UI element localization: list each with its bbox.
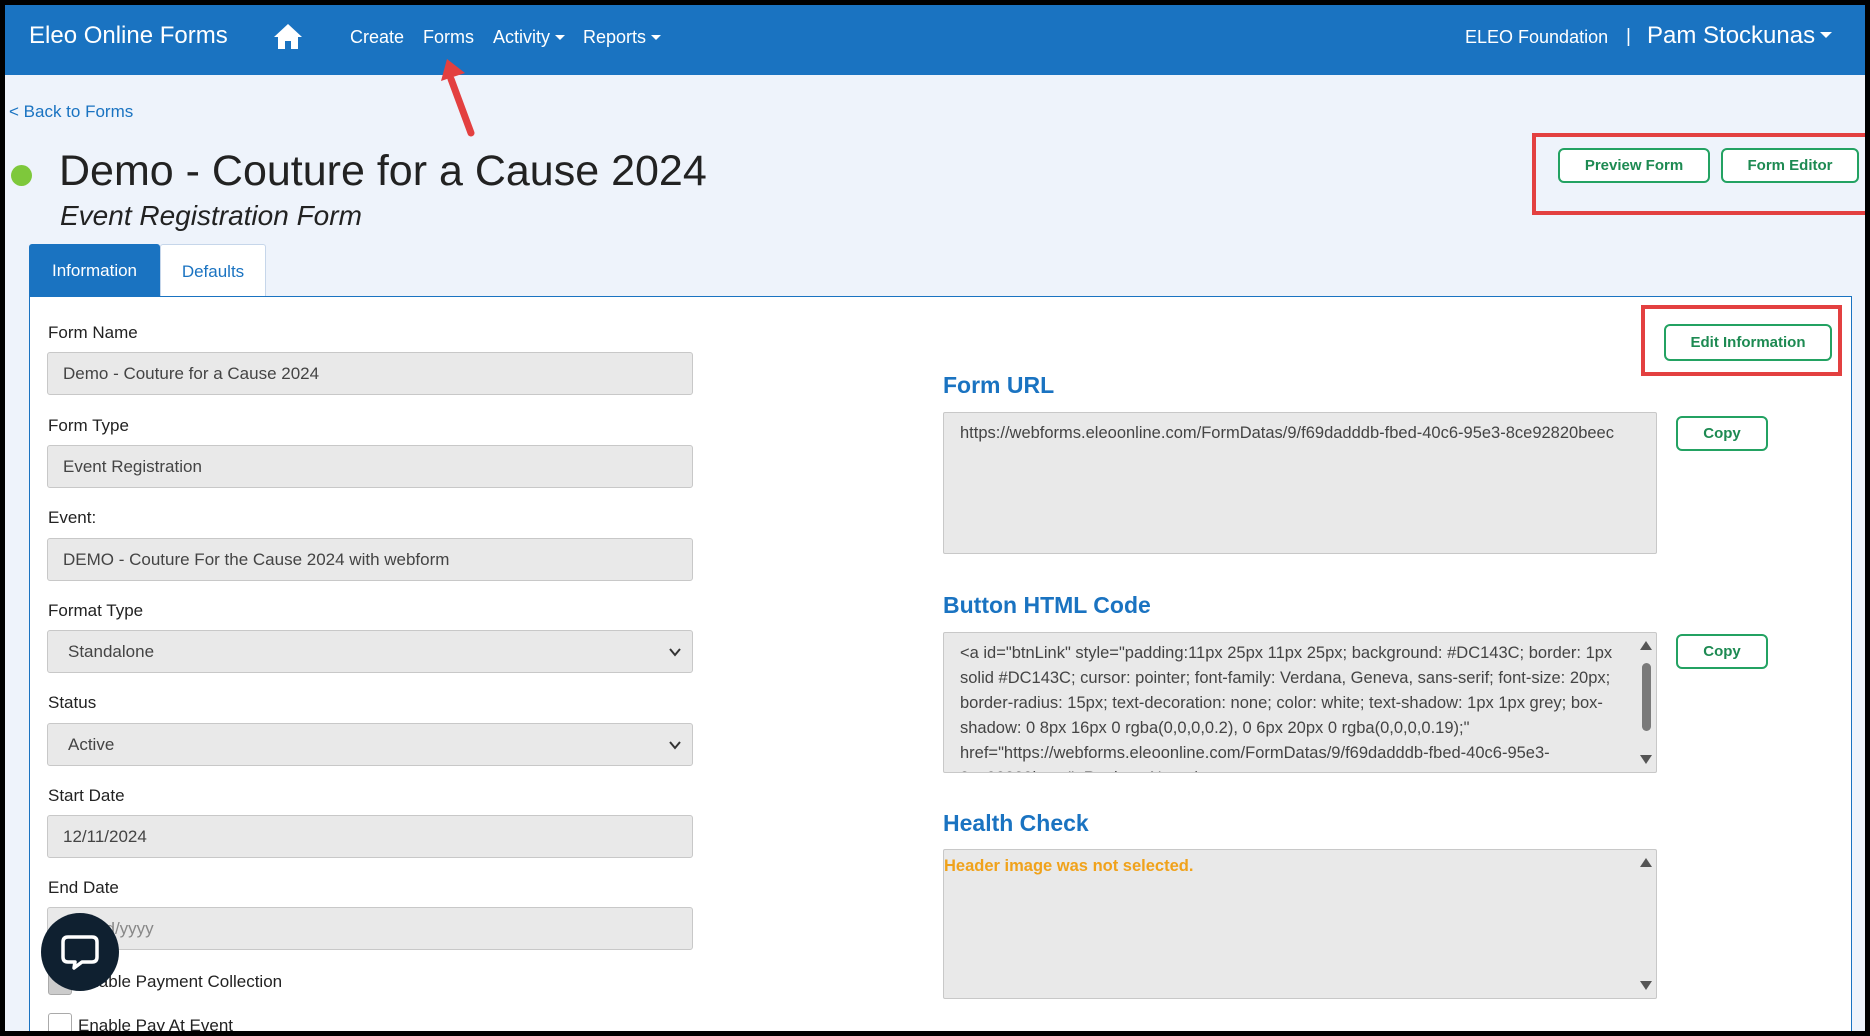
organization-name: ELEO Foundation [1465,27,1609,47]
button-html-textarea[interactable]: <a id="btnLink" style="padding:11px 25px… [943,632,1657,773]
form-url-textarea[interactable]: https://webforms.eleoonline.com/FormData… [943,412,1657,554]
end-date-field[interactable]: mm/dd/yyyy [47,907,693,950]
nav-reports[interactable]: Reports [583,27,662,48]
copy-url-button[interactable]: Copy [1676,416,1768,451]
top-navbar: Eleo Online Forms Create Forms Activity … [5,5,1865,75]
health-check-textarea[interactable]: Header image was not selected. [943,849,1657,999]
status-label: Status [48,693,97,712]
nav-separator: | [1626,26,1631,47]
annotation-arrow-icon [441,59,475,137]
brand-link[interactable]: Eleo Online Forms [29,22,228,50]
preview-form-button[interactable]: Preview Form [1558,148,1710,183]
format-type-value: Standalone [68,642,155,661]
nav-activity[interactable]: Activity [493,27,566,48]
tab-defaults[interactable]: Defaults [160,244,266,297]
chevron-down-icon [555,35,566,40]
app-window: Eleo Online Forms Create Forms Activity … [5,5,1865,1031]
chat-bubble-icon [61,935,99,970]
home-icon[interactable] [273,22,303,50]
scroll-up-icon[interactable] [1640,858,1652,867]
form-url-title: Form URL [943,372,1055,398]
page-title: Demo - Couture for a Cause 2024 [59,147,707,195]
user-name: Pam Stockunas [1647,22,1816,49]
form-editor-button[interactable]: Form Editor [1721,148,1859,183]
event-label: Event: [48,508,97,527]
button-html-code: <a id="btnLink" style="padding:11px 25px… [960,644,1613,772]
format-type-select[interactable]: Standalone [47,630,693,673]
health-check-warning: Header image was not selected. [944,857,1194,875]
chevron-down-icon [1820,32,1833,38]
button-html-title: Button HTML Code [943,592,1151,618]
nav-forms[interactable]: Forms [423,27,474,48]
pay-at-event-label: Enable Pay At Event [78,1016,233,1031]
back-to-forms-link[interactable]: < Back to Forms [9,102,133,122]
pay-at-event-checkbox[interactable] [48,1013,72,1031]
nav-create[interactable]: Create [350,27,404,48]
start-date-label: Start Date [48,786,125,805]
health-check-title: Health Check [943,810,1089,836]
copy-html-button[interactable]: Copy [1676,634,1768,669]
chat-button[interactable] [41,913,119,991]
scrollbar[interactable] [1636,633,1656,772]
page-subtitle: Event Registration Form [60,200,362,231]
start-date-field[interactable]: 12/11/2024 [47,815,693,858]
chevron-down-icon [651,35,662,40]
chevron-down-icon [669,648,681,657]
format-type-label: Format Type [48,601,144,620]
form-type-label: Form Type [48,416,129,435]
chevron-down-icon [669,741,681,750]
form-name-label: Form Name [48,323,138,342]
nav-reports-label: Reports [583,27,647,47]
form-type-field[interactable]: Event Registration [47,445,693,488]
form-name-field[interactable]: Demo - Couture for a Cause 2024 [47,352,693,395]
scroll-down-icon[interactable] [1640,755,1652,764]
end-date-label: End Date [48,878,119,897]
scroll-up-icon[interactable] [1640,641,1652,650]
scroll-down-icon[interactable] [1640,981,1652,990]
status-indicator [11,165,32,186]
user-menu[interactable]: Pam Stockunas [1647,22,1833,50]
status-select[interactable]: Active [47,723,693,766]
nav-activity-label: Activity [493,27,551,47]
event-field[interactable]: DEMO - Couture For the Cause 2024 with w… [47,538,693,581]
status-value: Active [68,735,115,754]
tab-information[interactable]: Information [29,244,160,297]
scroll-thumb[interactable] [1642,663,1651,731]
scrollbar[interactable] [1636,850,1656,998]
edit-information-button[interactable]: Edit Information [1664,324,1832,361]
